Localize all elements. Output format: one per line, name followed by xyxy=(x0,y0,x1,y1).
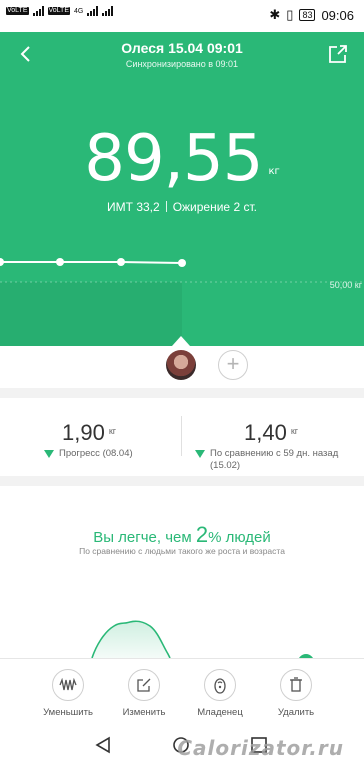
bmi-separator xyxy=(165,201,167,212)
edit-label: Изменить xyxy=(122,707,166,718)
distribution-area xyxy=(92,621,170,658)
comparison-number: 1,40 xyxy=(244,420,287,445)
selection-pointer xyxy=(172,336,190,346)
weight-trend-line xyxy=(0,261,183,264)
edit-button[interactable]: Изменить xyxy=(106,669,182,718)
comparison-unit: кг xyxy=(290,426,299,436)
weight-point xyxy=(117,258,125,266)
comparison-stat: 1,40 кг По сравнению с 59 дн. назад (15.0… xyxy=(182,398,364,476)
wifi-signal-icon xyxy=(102,6,114,16)
down-arrow-icon xyxy=(44,450,54,458)
weight-point xyxy=(56,258,64,266)
edit-icon xyxy=(128,669,160,701)
weight-history-chart[interactable] xyxy=(0,242,364,346)
population-comparison-card: Вы легче, чем 2% людей По сравнению с лю… xyxy=(0,486,364,658)
reduce-button[interactable]: Уменьшить xyxy=(30,669,106,718)
reference-weight-label: 50,00 кг xyxy=(329,280,362,290)
weight-value: 89,55 кг xyxy=(0,122,364,196)
progress-unit: кг xyxy=(108,426,117,436)
volte-badge: VoLTE xyxy=(6,7,29,15)
weight-point-current xyxy=(178,259,186,267)
progress-number: 1,90 xyxy=(62,420,105,445)
waveform-icon xyxy=(52,669,84,701)
delete-label: Удалить xyxy=(277,707,315,718)
delete-button[interactable]: Удалить xyxy=(258,669,334,718)
vibrate-icon: ▯ xyxy=(286,7,294,22)
battery-level: 83 xyxy=(299,9,316,21)
baby-icon xyxy=(204,669,236,701)
add-user-button[interactable]: + xyxy=(218,350,248,380)
progress-value: 1,90 кг xyxy=(62,420,116,446)
comparison-label: По сравнению с 59 дн. назад (15.02) xyxy=(210,448,338,472)
watermark: Calorizator.ru xyxy=(177,736,344,760)
avatar[interactable] xyxy=(166,350,196,380)
measurement-hero: Олеся 15.04 09:01 Синхронизировано в 09:… xyxy=(0,32,364,346)
page-title: Олеся 15.04 09:01 xyxy=(121,40,243,56)
weight-unit: кг xyxy=(268,166,280,177)
down-arrow-icon xyxy=(195,450,205,458)
bmi-category: Ожирение 2 ст. xyxy=(172,200,257,214)
comparison-value: 1,40 кг xyxy=(244,420,298,446)
nav-back-icon[interactable] xyxy=(94,736,112,754)
signal-icon xyxy=(32,6,44,16)
status-bar: VoLTE VoLTE 4G ✱ ▯ 83 09:06 xyxy=(0,0,364,32)
progress-label: Прогресс (08.04) xyxy=(59,448,133,459)
comparison-label-line2: (15.02) xyxy=(210,460,241,471)
signal-icon-2 xyxy=(87,6,99,16)
share-button[interactable] xyxy=(328,44,348,64)
bmi-line: ИМТ 33,2 Ожирение 2 ст. xyxy=(0,200,364,214)
stats-panel: 1,90 кг Прогресс (08.04) 1,40 кг По сравне… xyxy=(0,398,364,476)
sync-status: Синхронизировано в 09:01 xyxy=(125,59,239,69)
baby-button[interactable]: Младенец xyxy=(182,669,258,718)
reduce-label: Уменьшить xyxy=(43,707,93,718)
weight-point xyxy=(0,258,4,266)
baby-label: Младенец xyxy=(197,707,243,718)
volte-badge-2: VoLTE xyxy=(47,7,70,15)
progress-stat: 1,90 кг Прогресс (08.04) xyxy=(0,398,182,476)
user-switcher: + xyxy=(0,346,364,388)
network-type: 4G xyxy=(74,7,84,15)
clock: 09:06 xyxy=(321,7,354,23)
comparison-label-line1: По сравнению с 59 дн. назад xyxy=(210,448,339,459)
signal-indicators: VoLTE VoLTE 4G xyxy=(6,6,114,16)
distribution-curve xyxy=(91,620,313,658)
action-toolbar: Уменьшить Изменить Младенец Удалить xyxy=(0,658,364,722)
weight-number: 89,55 xyxy=(84,122,263,196)
bluetooth-icon: ✱ xyxy=(269,7,281,22)
bmi-value: ИМТ 33,2 xyxy=(107,200,160,214)
trash-icon xyxy=(280,669,312,701)
